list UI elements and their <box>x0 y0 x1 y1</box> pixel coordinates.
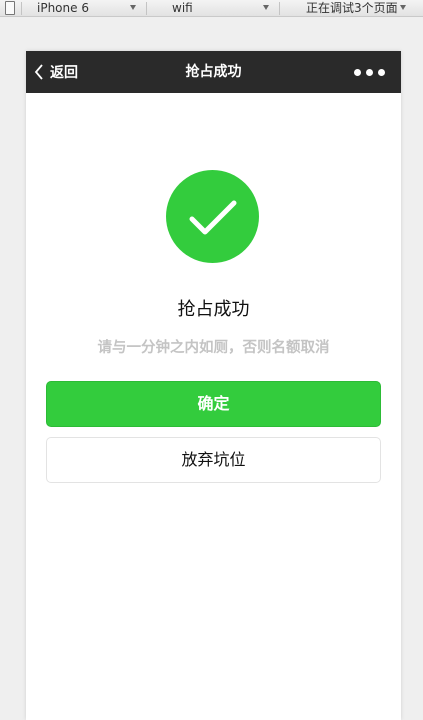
chevron-down-icon[interactable] <box>130 5 136 10</box>
checkmark-icon <box>189 200 237 235</box>
toolbar-divider <box>279 2 280 15</box>
toolbar-divider <box>146 2 147 15</box>
toolbar-divider <box>21 2 22 15</box>
device-select[interactable]: iPhone 6 <box>37 0 89 16</box>
network-select[interactable]: wifi <box>172 0 193 16</box>
chevron-down-icon[interactable] <box>400 5 406 10</box>
devtools-toolbar: iPhone 6 wifi 正在调试3个页面 <box>0 0 423 17</box>
more-menu-button[interactable] <box>354 51 385 93</box>
abandon-button[interactable]: 放弃坑位 <box>46 437 381 483</box>
success-check-icon <box>166 170 259 263</box>
page-title: 抢占成功 <box>185 64 242 80</box>
device-icon <box>5 1 15 15</box>
debug-pages-select[interactable]: 正在调试3个页面 <box>306 0 398 16</box>
ellipsis-icon <box>366 68 373 76</box>
ellipsis-icon <box>354 68 361 76</box>
ellipsis-icon <box>378 68 385 76</box>
phone-screen: 返回 抢占成功 抢占成功 请与一分钟之内如厕，否则名额取消 确定 放弃坑位 <box>26 51 401 720</box>
confirm-button[interactable]: 确定 <box>46 381 381 427</box>
chevron-down-icon[interactable] <box>263 5 269 10</box>
result-title: 抢占成功 <box>177 299 250 320</box>
navigation-bar: 返回 抢占成功 <box>26 51 401 93</box>
result-description: 请与一分钟之内如厕，否则名额取消 <box>97 340 330 356</box>
